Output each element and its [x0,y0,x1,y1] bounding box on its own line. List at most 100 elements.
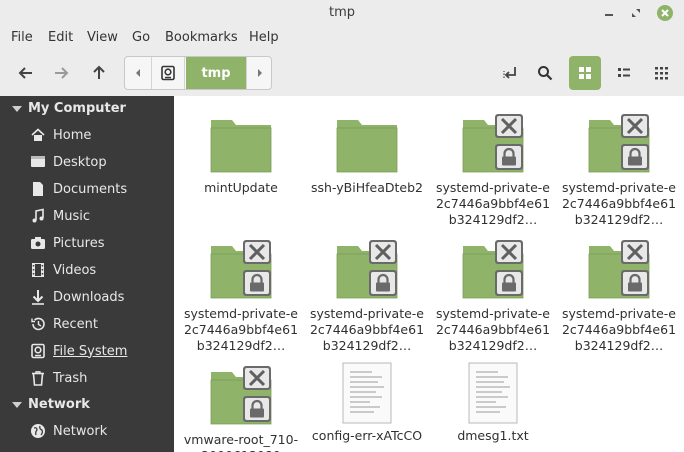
back-arrow-icon [18,67,32,79]
sidebar-section-network[interactable]: Network [12,397,90,412]
file-name: systemd-private-e2c7446a9bbf4e61b324129d… [309,306,425,353]
sidebar-item-home[interactable]: Home [30,124,170,146]
sidebar-item-recent[interactable]: Recent [30,313,170,335]
expand-triangle-icon [12,105,22,112]
path-scroll-left[interactable] [125,57,151,89]
file-name: systemd-private-e2c7446a9bbf4e61b324129d… [561,306,677,353]
sidebar-item-label: Downloads [53,289,125,305]
file-name: config-err-xATcCO [311,428,423,443]
path-bar: tmp [124,56,272,90]
file-name: vmware-root_710-2090613080 [183,432,299,452]
file-name: ssh-yBiHfeaDteb2 [311,180,423,195]
camera-icon [30,235,46,251]
menu-file[interactable]: File [11,30,33,45]
file-item-locked-folder[interactable]: systemd-private-e2c7446a9bbf4e61b324129d… [433,114,553,228]
chevron-left-icon [136,69,140,77]
toggle-location-button[interactable] [494,56,526,90]
menu-go[interactable]: Go [132,30,150,45]
locked-folder-icon [588,114,650,176]
locked-folder-icon [462,114,524,176]
sidebar-item-trash[interactable]: Trash [30,367,170,389]
sidebar-item-music[interactable]: Music [30,205,170,227]
toolbar: tmp [0,52,684,94]
forward-arrow-icon [55,67,69,79]
desktop-icon [30,154,46,170]
path-scroll-right[interactable] [246,57,272,89]
menu-edit[interactable]: Edit [48,30,73,45]
sidebar-item-label: File System [53,343,128,359]
compact-view-icon [655,67,668,80]
sidebar-item-label: Network [53,423,108,439]
locked-folder-icon [588,240,650,302]
sidebar-item-pictures[interactable]: Pictures [30,232,170,254]
sidebar: My Computer Home Desktop Documents Music… [0,96,174,452]
sidebar-item-label: Home [53,127,92,143]
restore-icon [632,9,640,17]
file-name: systemd-private-e2c7446a9bbf4e61b324129d… [561,180,677,227]
sidebar-section-title: My Computer [28,101,126,116]
sidebar-item-network[interactable]: Network [30,420,170,442]
file-item-text-file[interactable]: dmesg1.txt [433,362,553,444]
file-item-locked-folder[interactable]: systemd-private-e2c7446a9bbf4e61b324129d… [559,114,679,228]
up-button[interactable] [83,56,115,90]
file-item-locked-folder[interactable]: vmware-root_710-2090613080 [181,366,301,452]
compact-view-button[interactable] [645,56,677,90]
window-title: tmp [328,5,355,20]
menu-bookmarks[interactable]: Bookmarks [165,30,238,45]
recent-history-icon [30,316,46,332]
file-item-folder[interactable]: mintUpdate [181,114,301,196]
folder-icon [336,114,398,176]
close-button[interactable] [656,4,674,22]
sidebar-item-documents[interactable]: Documents [30,178,170,200]
search-icon [538,66,553,81]
sidebar-item-label: Trash [53,370,88,386]
locked-folder-icon [336,240,398,302]
text-file-icon [468,362,518,424]
locked-folder-icon [462,240,524,302]
sidebar-item-label: Videos [53,262,97,278]
forward-button[interactable] [45,56,77,90]
expand-triangle-icon [12,401,22,408]
file-view: mintUpdate ssh-yBiHfeaDteb2 systemd-priv… [174,96,684,452]
folder-icon [210,114,272,176]
file-item-text-file[interactable]: config-err-xATcCO [307,362,427,444]
file-name: dmesg1.txt [457,428,529,443]
file-item-folder[interactable]: ssh-yBiHfeaDteb2 [307,114,427,196]
minimize-button[interactable] [600,4,618,22]
menu-view[interactable]: View [87,30,118,45]
trash-icon [30,370,46,386]
location-toggle-icon [503,67,516,79]
sidebar-item-label: Desktop [53,154,107,170]
back-button[interactable] [10,56,42,90]
menu-help[interactable]: Help [249,30,279,45]
file-item-locked-folder[interactable]: systemd-private-e2c7446a9bbf4e61b324129d… [433,240,553,354]
sidebar-item-desktop[interactable]: Desktop [30,151,170,173]
file-item-locked-folder[interactable]: systemd-private-e2c7446a9bbf4e61b324129d… [181,240,301,354]
sidebar-item-label: Documents [53,181,128,197]
file-name: mintUpdate [204,180,278,195]
close-icon [657,5,673,21]
icon-view-button[interactable] [569,56,601,90]
sidebar-item-videos[interactable]: Videos [30,259,170,281]
search-button[interactable] [529,56,561,90]
list-view-icon [618,68,630,77]
path-root-button[interactable] [151,57,185,89]
file-name: systemd-private-e2c7446a9bbf4e61b324129d… [435,180,551,227]
sidebar-item-label: Recent [53,316,98,332]
list-view-button[interactable] [608,56,640,90]
home-icon [30,127,46,143]
file-name: systemd-private-e2c7446a9bbf4e61b324129d… [435,306,551,353]
path-segment-tmp[interactable]: tmp [186,57,246,89]
sidebar-item-label: Music [53,208,90,224]
sidebar-section-title: Network [28,397,90,412]
text-file-icon [342,362,392,424]
film-icon [30,262,46,278]
sidebar-item-downloads[interactable]: Downloads [30,286,170,308]
sidebar-section-my-computer[interactable]: My Computer [12,101,126,116]
document-icon [30,181,46,197]
sidebar-item-file-system[interactable]: File System [30,340,170,362]
file-item-locked-folder[interactable]: systemd-private-e2c7446a9bbf4e61b324129d… [559,240,679,354]
file-item-locked-folder[interactable]: systemd-private-e2c7446a9bbf4e61b324129d… [307,240,427,354]
maximize-button[interactable] [627,4,645,22]
file-name: systemd-private-e2c7446a9bbf4e61b324129d… [183,306,299,353]
